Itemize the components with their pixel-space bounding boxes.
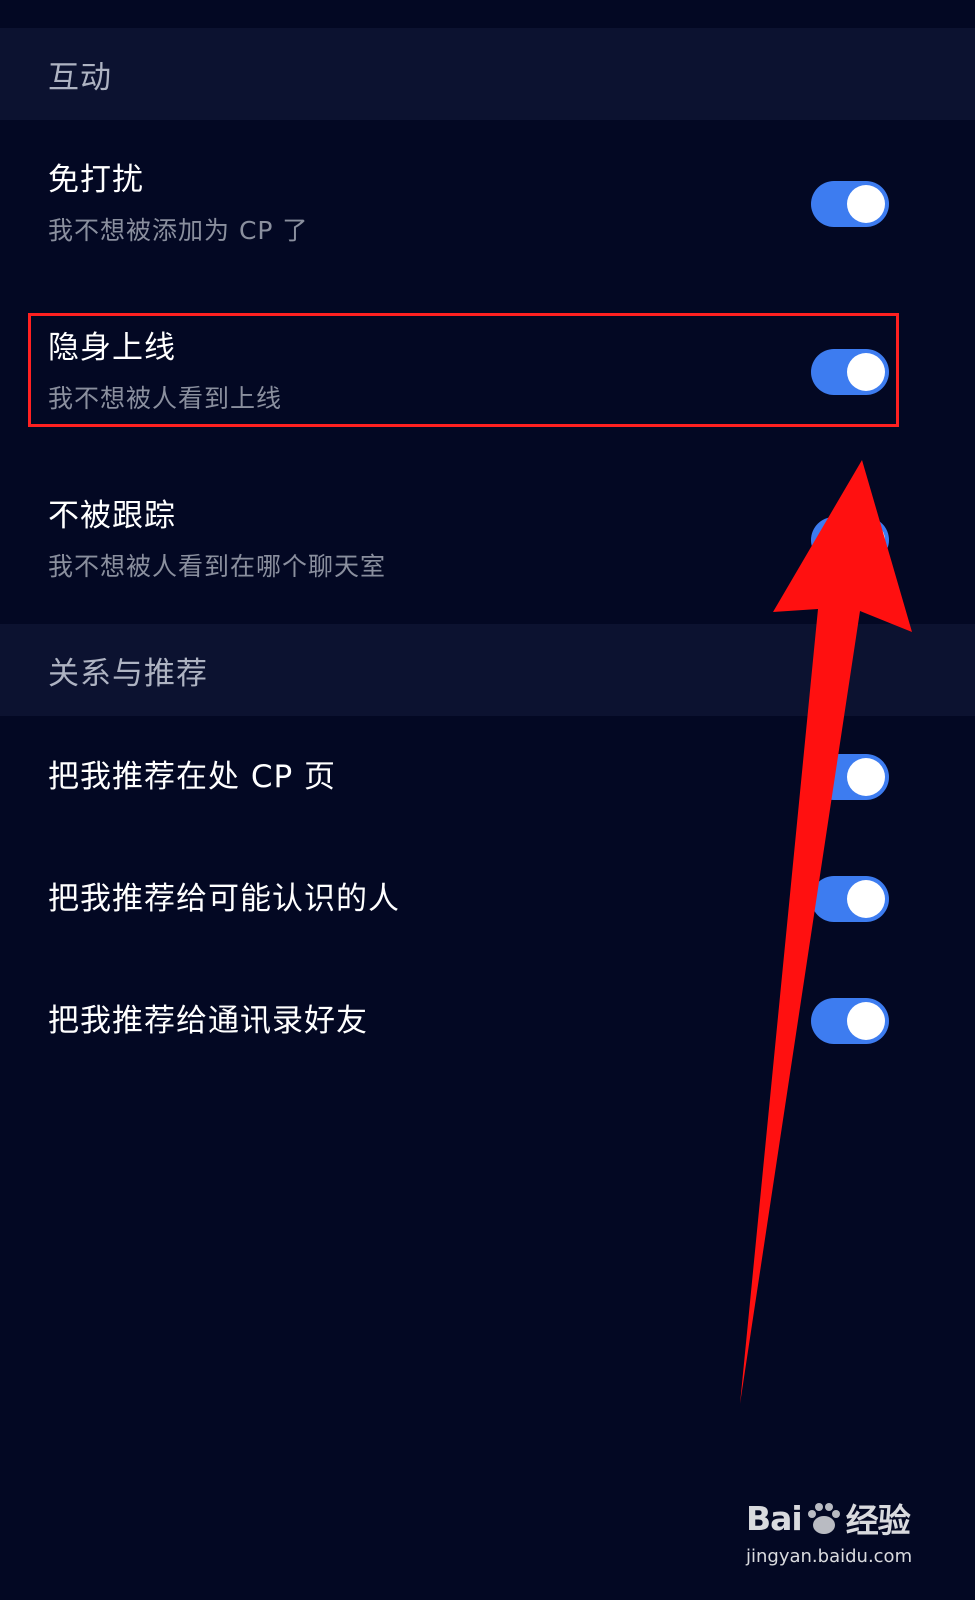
section-header-interaction: 互动 (0, 28, 975, 120)
toggle-knob (847, 521, 885, 559)
paw-icon (807, 1503, 840, 1534)
toggle-knob (847, 758, 885, 796)
toggle-knob (847, 880, 885, 918)
invisible-online-toggle[interactable] (811, 349, 889, 395)
setting-title: 隐身上线 (48, 330, 176, 366)
setting-subtitle: 我不想被人看到上线 (48, 384, 283, 413)
toggle-knob (847, 185, 885, 223)
setting-row-recommend-contacts[interactable]: 把我推荐给通讯录好友 (0, 960, 975, 1082)
row-text: 不被跟踪 我不想被人看到在哪个聊天室 (48, 495, 386, 585)
setting-title: 免打扰 (48, 162, 144, 198)
setting-subtitle: 我不想被添加为 CP 了 (48, 216, 309, 245)
watermark-url: jingyan.baidu.com (746, 1546, 913, 1567)
top-spacer (0, 0, 975, 28)
setting-row-do-not-disturb[interactable]: 免打扰 我不想被添加为 CP 了 (0, 120, 975, 288)
recommend-acquaintances-toggle[interactable] (811, 876, 889, 922)
toggle-knob (847, 1002, 885, 1040)
baidu-jingyan-watermark: Bai 经验 jingyan.baidu.com (746, 1494, 926, 1568)
row-text: 隐身上线 我不想被人看到上线 (48, 327, 282, 417)
do-not-disturb-toggle[interactable] (811, 181, 889, 227)
recommend-cp-page-toggle[interactable] (811, 754, 889, 800)
section-header-relations: 关系与推荐 (0, 624, 975, 716)
setting-row-recommend-acquaintances[interactable]: 把我推荐给可能认识的人 (0, 838, 975, 960)
setting-title: 把我推荐给通讯录好友 (48, 1003, 368, 1039)
toggle-knob (847, 353, 885, 391)
setting-row-invisible-online[interactable]: 隐身上线 我不想被人看到上线 (0, 288, 975, 456)
watermark-logo-right: 经验 (845, 1501, 911, 1540)
recommend-contacts-toggle[interactable] (811, 998, 889, 1044)
setting-title: 把我推荐在处 CP 页 (48, 759, 337, 795)
setting-row-no-tracking[interactable]: 不被跟踪 我不想被人看到在哪个聊天室 (0, 456, 975, 624)
setting-title: 不被跟踪 (48, 498, 176, 534)
watermark-logo: Bai 经验 (746, 1494, 926, 1542)
watermark-logo-left: Bai (746, 1498, 803, 1538)
row-text: 免打扰 我不想被添加为 CP 了 (48, 159, 308, 249)
setting-title: 把我推荐给可能认识的人 (48, 881, 400, 917)
no-tracking-toggle[interactable] (811, 517, 889, 563)
settings-page: 互动 免打扰 我不想被添加为 CP 了 隐身上线 我不想被人看到上线 不被跟踪 … (0, 0, 975, 1600)
setting-subtitle: 我不想被人看到在哪个聊天室 (48, 552, 387, 581)
setting-row-recommend-cp-page[interactable]: 把我推荐在处 CP 页 (0, 716, 975, 838)
